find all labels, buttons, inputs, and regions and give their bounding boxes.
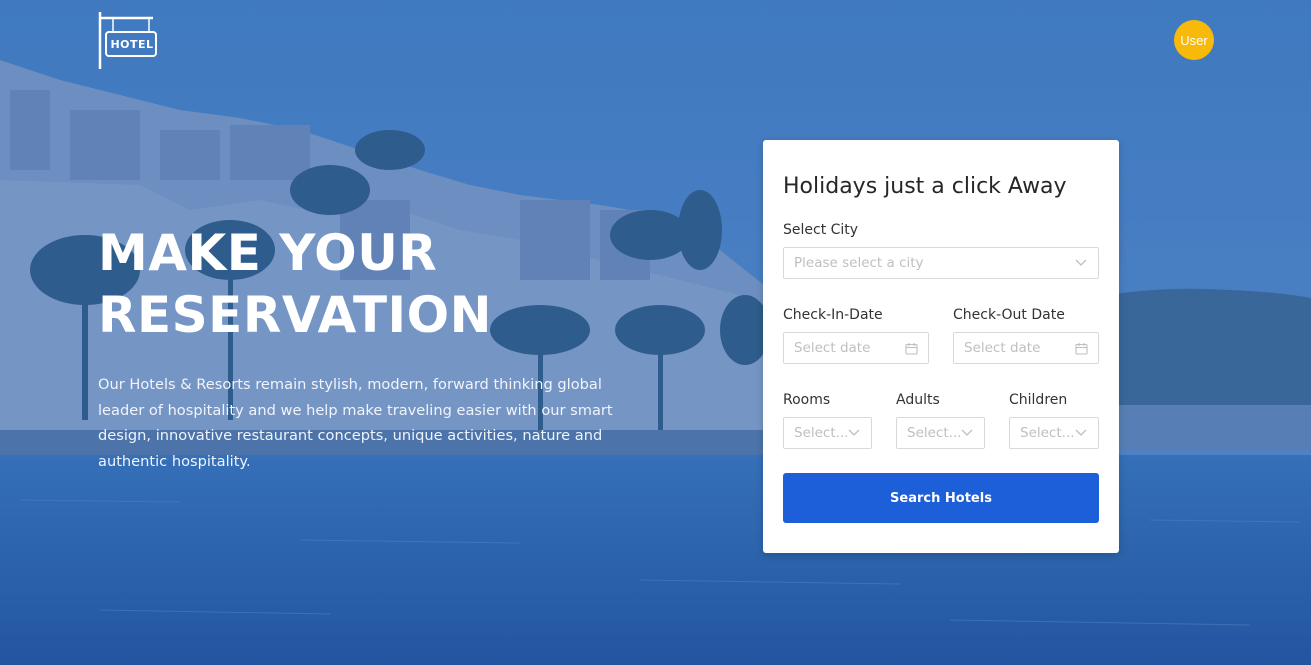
adults-select[interactable]: Select... [896,417,985,449]
user-avatar-button[interactable]: User [1174,20,1214,60]
children-placeholder: Select... [1020,425,1074,441]
hero-section: MAKE YOUR RESERVATION Our Hotels & Resor… [98,222,618,474]
hero-title-line1: MAKE YOUR [98,224,438,282]
chevron-down-icon [1074,426,1088,440]
children-label: Children [1009,392,1068,408]
chevron-down-icon [1074,256,1088,270]
chevron-down-icon [960,426,974,440]
hero-description: Our Hotels & Resorts remain stylish, mod… [98,376,613,470]
city-label: Select City [783,222,859,238]
check-in-date-picker[interactable]: Select date [783,332,929,364]
calendar-icon [1074,341,1088,355]
hotel-logo[interactable]: HOTEL [97,10,159,70]
booking-form-title: Holidays just a click Away [783,174,1067,199]
chevron-down-icon [847,426,861,440]
calendar-icon [904,341,918,355]
adults-placeholder: Select... [907,425,960,441]
children-select[interactable]: Select... [1009,417,1099,449]
adults-label: Adults [896,392,940,408]
check-out-date-picker[interactable]: Select date [953,332,1099,364]
city-select[interactable]: Please select a city [783,247,1099,279]
rooms-select[interactable]: Select... [783,417,872,449]
logo-text: HOTEL [110,38,154,51]
hero-title: MAKE YOUR RESERVATION [98,222,618,346]
rooms-label: Rooms [783,392,831,408]
hero-title-line2: RESERVATION [98,286,493,344]
search-hotels-button[interactable]: Search Hotels [783,473,1099,523]
check-in-placeholder: Select date [794,340,871,356]
booking-form-card: Holidays just a click Away Select City P… [763,140,1119,553]
check-out-label: Check-Out Date [953,307,1065,323]
check-in-label: Check-In-Date [783,307,883,323]
city-placeholder: Please select a city [794,255,924,271]
check-out-placeholder: Select date [964,340,1041,356]
rooms-placeholder: Select... [794,425,847,441]
